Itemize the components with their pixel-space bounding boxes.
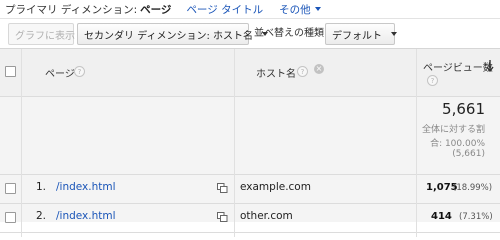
help-icon[interactable]: ? (74, 66, 85, 77)
dimension-page-active[interactable]: ページ (140, 2, 171, 17)
row-checkbox[interactable] (5, 212, 16, 223)
pageviews-percent: (7.31%) (459, 212, 493, 222)
sort-desc-arrow-icon[interactable] (486, 60, 494, 72)
pageviews-column-header[interactable]: ページビュー数 (423, 59, 493, 74)
page-column-header[interactable]: ページ (45, 65, 75, 80)
total-percent-line3: (5,661) (452, 149, 485, 159)
secondary-dimension-dropdown[interactable]: セカンダリ ディメンション: ホスト名 (77, 23, 269, 45)
remove-dimension-icon[interactable]: × (314, 64, 324, 74)
sort-type-dropdown[interactable]: デフォルト (325, 23, 397, 45)
row-number: 1. (36, 181, 47, 193)
caret-down-icon (314, 7, 321, 11)
copy-link-icon[interactable] (217, 183, 228, 193)
total-pageviews: 5,661 (442, 100, 485, 118)
help-icon[interactable]: ? (427, 75, 438, 86)
sort-type-label: 並べ替えの種類: (254, 28, 328, 39)
row-checkbox[interactable] (5, 183, 16, 194)
dimension-other-label: その他 (279, 3, 311, 16)
pageviews-value: 414 (431, 211, 452, 222)
primary-dimension-label: プライマリ ディメンション: (5, 3, 138, 16)
page-link[interactable]: /index.html (56, 181, 116, 193)
page-link[interactable]: /index.html (56, 210, 116, 222)
help-icon[interactable]: ? (297, 66, 308, 77)
host-name: example.com (240, 181, 311, 193)
host-name: other.com (240, 210, 293, 222)
copy-link-icon[interactable] (217, 212, 228, 222)
total-percent-line1: 全体に対する割 (421, 125, 485, 135)
row-number: 2. (36, 210, 47, 222)
toolbar: グラフに表示 セカンダリ ディメンション: ホスト名 並べ替えの種類: デフォル… (0, 18, 500, 48)
select-all-checkbox[interactable] (5, 66, 16, 77)
data-table: ページ ? ホスト名 ? × ページビュー数 ? 5,661 全体に対する割 合… (0, 48, 500, 237)
pageviews-percent: (18.99%) (453, 183, 493, 193)
primary-dimension-bar: プライマリ ディメンション: ページ ページ タイトル その他 (0, 0, 500, 18)
host-column-header[interactable]: ホスト名 (256, 65, 296, 80)
total-percent-line2: 合: 100.00% (430, 139, 485, 149)
dimension-other-dropdown[interactable]: その他 (279, 2, 321, 17)
secondary-dimension-label: セカンダリ ディメンション: ホスト名 (84, 30, 254, 42)
graph-button[interactable]: グラフに表示 (8, 23, 75, 45)
sort-type-value: デフォルト (332, 30, 382, 42)
chevron-down-icon (391, 32, 397, 36)
graph-button-label: グラフに表示 (15, 30, 75, 42)
dimension-page-title-link[interactable]: ページ タイトル (186, 2, 263, 17)
